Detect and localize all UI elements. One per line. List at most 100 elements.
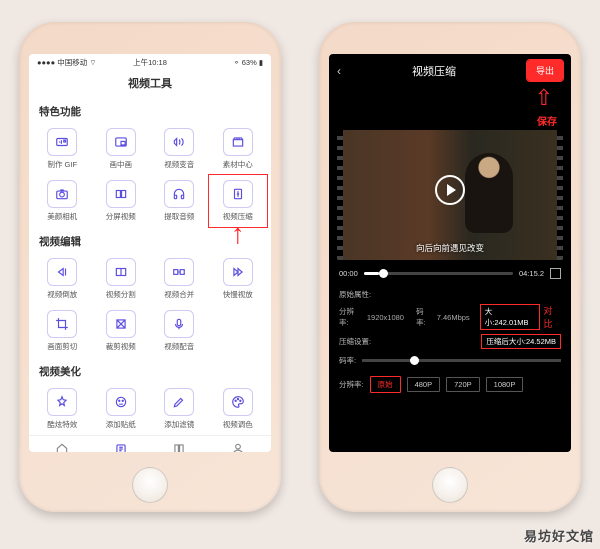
tool-voice-change[interactable]: 视频变音 [150,123,209,175]
video-subject [465,153,513,233]
merge-icon [164,258,194,286]
time-end: 04:15.2 [519,269,544,278]
tool-label: 视频分割 [106,289,136,300]
nav-tutorial[interactable]: 教程 [172,442,186,452]
tool-color[interactable]: 视频调色 [209,383,268,435]
tool-label: 美颜相机 [47,211,77,222]
voice-icon [164,128,194,156]
tool-crop-frame[interactable]: 画面剪切 [33,305,92,357]
crop-icon [47,310,77,338]
export-button[interactable]: 导出 [527,60,563,81]
arrow-up-icon: ⇧ [535,91,553,104]
page-title: 视频工具 [29,71,271,97]
assets-icon [223,128,253,156]
save-annotation: ⇧ 保存 [329,87,571,128]
res-opt-720p[interactable]: 720P [446,377,480,392]
orig-size-box: 大小:242.01MB [480,304,540,330]
res-label: 分辨率: [339,379,364,390]
grid-beautify: 酷炫特效 添加贴纸 添加滤镜 视频调色 [29,383,271,435]
back-button[interactable]: ‹ [337,64,341,78]
video-caption: 向后向前遇见改变 [337,242,563,254]
tool-label: 素材中心 [223,159,253,170]
watermark: 易坊好文馆 [524,526,594,545]
status-carrier: ●●●● 中国移动 ⌔ [37,57,96,68]
compare-button[interactable]: 对比 [544,304,561,330]
res-opt-1080p[interactable]: 1080P [486,377,524,392]
nav-tools[interactable]: 工具 [114,442,128,452]
tool-dub[interactable]: 视频配音 [150,305,209,357]
tool-split-video[interactable]: 视频分割 [92,253,151,305]
tool-fx[interactable]: 酷炫特效 [33,383,92,435]
tool-label: 酷炫特效 [47,419,77,430]
tool-filter[interactable]: 添加滤镜 [150,383,209,435]
titlebar: ‹ 视频压缩 导出 [329,54,571,87]
section-heading-beautify: 视频美化 [29,357,271,383]
comp-heading: 压缩设置: [339,336,371,347]
tool-label: 提取音频 [164,211,194,222]
tool-label: 画面剪切 [47,341,77,352]
orig-heading: 原始属性: [339,289,371,300]
res-opt-480p[interactable]: 480P [407,377,441,392]
tool-label: 视频调色 [223,419,253,430]
tool-sticker[interactable]: 添加贴纸 [92,383,151,435]
tool-label: 视频变音 [164,159,194,170]
tool-label: 分屏视频 [106,211,136,222]
grid-edit: 视频倒放 视频分割 视频合并 快慢视放 画面剪切 裁剪视频 视频配音 [29,253,271,357]
tool-trim[interactable]: 裁剪视频 [92,305,151,357]
tool-split-screen[interactable]: 分屏视频 [92,175,151,227]
page-title: 视频压缩 [412,63,456,79]
section-heading-featured: 特色功能 [29,97,271,123]
screen-tools: ●●●● 中国移动 ⌔ 上午10:18 ⚬ 63% ▮ 视频工具 特色功能 制作… [29,54,271,452]
grid-featured: 制作 GIF 画中画 视频变音 素材中心 美颜相机 分屏视频 提取音频 视频压缩… [29,123,271,227]
tool-speed[interactable]: 快慢视放 [209,253,268,305]
brush-icon [164,388,194,416]
bitrate-slider[interactable] [362,359,561,362]
tool-make-gif[interactable]: 制作 GIF [33,123,92,175]
gif-icon [47,128,77,156]
sticker-icon [106,388,136,416]
tool-assets[interactable]: 素材中心 [209,123,268,175]
palette-icon [223,388,253,416]
speed-icon [223,258,253,286]
tool-pip[interactable]: 画中画 [92,123,151,175]
split-icon [106,180,136,208]
status-bar: ●●●● 中国移动 ⌔ 上午10:18 ⚬ 63% ▮ [29,54,271,71]
save-label: 保存 [537,117,557,128]
tool-label: 裁剪视频 [106,341,136,352]
orig-res: 1920x1080 [367,313,404,322]
tool-reverse[interactable]: 视频倒放 [33,253,92,305]
camera-icon [47,180,77,208]
tool-video-compress[interactable]: 视频压缩 ↑ [209,175,268,227]
phone-left: ●●●● 中国移动 ⌔ 上午10:18 ⚬ 63% ▮ 视频工具 特色功能 制作… [19,22,281,512]
nav-home[interactable]: 首页 [55,442,69,452]
mic-icon [164,310,194,338]
status-battery: ⚬ 63% ▮ [233,58,263,67]
play-icon[interactable] [435,175,465,205]
timeline: 00:00 04:15.2 [329,260,571,287]
phone-right: ‹ 视频压缩 导出 ⇧ 保存 向后向前遇见改变 00:00 04:15.2 原始… [319,22,581,512]
tool-label: 视频配音 [164,341,194,352]
tool-merge[interactable]: 视频合并 [150,253,209,305]
screen-compress: ‹ 视频压缩 导出 ⇧ 保存 向后向前遇见改变 00:00 04:15.2 原始… [329,54,571,452]
cut-icon [106,258,136,286]
bitrate-label: 码率: [339,355,356,366]
fullscreen-icon[interactable] [550,268,561,279]
comp-size-box: 压缩后大小:24.52MB [481,334,561,349]
tool-extract-audio[interactable]: 提取音频 [150,175,209,227]
trim-icon [106,310,136,338]
reverse-icon [47,258,77,286]
orig-bitrate-label: 码率: [416,306,433,328]
compress-icon [223,180,253,208]
video-preview[interactable]: 向后向前遇见改变 [337,130,563,260]
status-time: 上午10:18 [133,57,167,68]
tool-label: 添加贴纸 [106,419,136,430]
tool-label: 添加滤镜 [164,419,194,430]
arrow-up-icon: ↑ [231,227,245,241]
tool-beauty-cam[interactable]: 美颜相机 [33,175,92,227]
timeline-track[interactable] [364,272,513,275]
orig-bitrate: 7.46Mbps [437,313,470,322]
res-opt-original[interactable]: 原始 [370,376,401,393]
nav-me[interactable]: 我的 [231,442,245,452]
tool-label: 视频倒放 [47,289,77,300]
orig-res-label: 分辨率: [339,306,363,328]
